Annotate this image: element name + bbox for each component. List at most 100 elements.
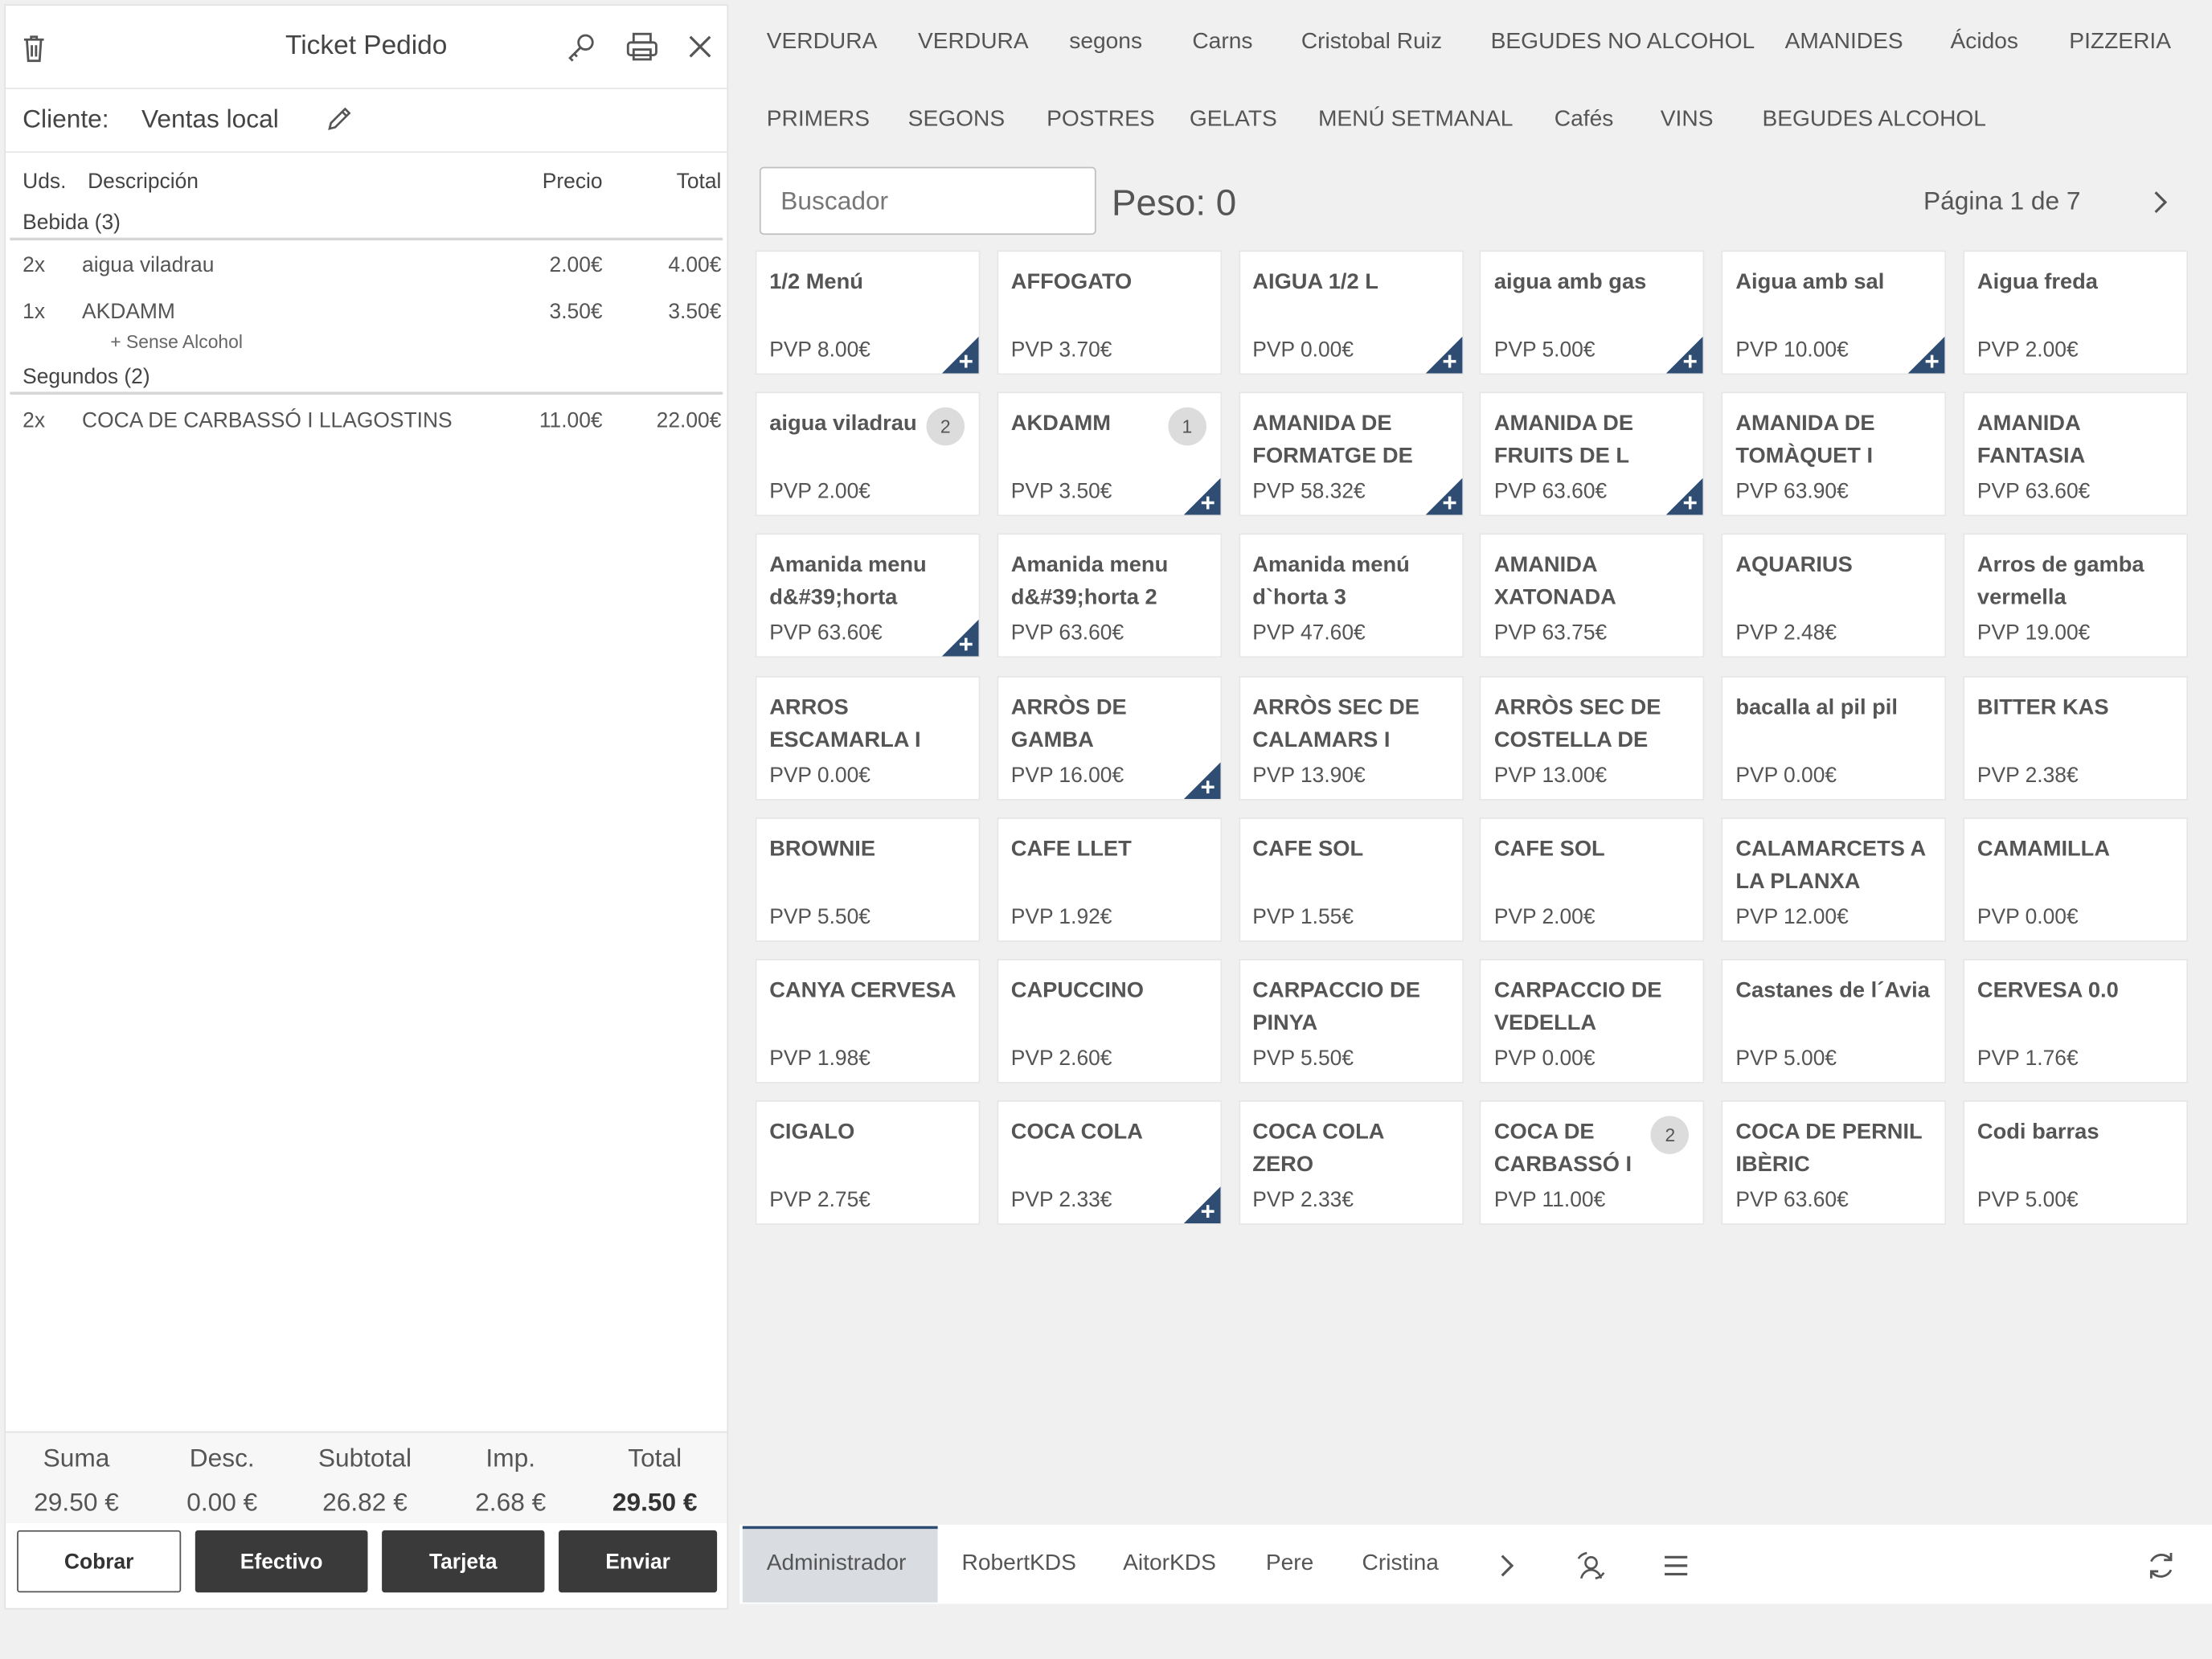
user-tab[interactable]: RobertKDS xyxy=(962,1551,1076,1577)
product-card[interactable]: Amanida menu d&#39;horta 2 PVP 63.60€ xyxy=(997,534,1222,658)
tarjeta-button[interactable]: Tarjeta xyxy=(382,1530,545,1593)
plus-corner-icon[interactable] xyxy=(1424,336,1462,374)
user-tab[interactable]: Pere xyxy=(1266,1551,1313,1577)
chevron-right-icon[interactable] xyxy=(2150,190,2170,215)
product-card[interactable]: ARRÒS DE GAMBA PVP 16.00€ xyxy=(997,675,1222,801)
client-value: Ventas local xyxy=(141,104,279,133)
product-card[interactable]: Amanida menú d`horta 3 PVP 47.60€ xyxy=(1238,534,1464,658)
product-card[interactable]: Aigua freda PVP 2.00€ xyxy=(1963,250,2189,375)
product-card[interactable]: CARPACCIO DE PINYA PVP 5.50€ xyxy=(1238,959,1464,1083)
product-card[interactable]: Codi barras PVP 5.00€ xyxy=(1963,1100,2189,1226)
product-card[interactable]: COCA DE CARBASSÓ I PVP 11.00€ 2 xyxy=(1480,1100,1706,1226)
product-card[interactable]: CARPACCIO DE VEDELLA PVP 0.00€ xyxy=(1480,959,1706,1083)
product-card[interactable]: AKDAMM PVP 3.50€ 1 xyxy=(997,391,1222,517)
category-tab[interactable]: VERDURA xyxy=(918,30,1029,55)
product-card[interactable]: AMANIDA XATONADA PVP 63.75€ xyxy=(1480,534,1706,658)
product-card[interactable]: CERVESA 0.0 PVP 1.76€ xyxy=(1963,959,2189,1083)
product-card[interactable]: AFFOGATO PVP 3.70€ xyxy=(997,250,1222,375)
printer-icon[interactable] xyxy=(625,30,659,63)
category-tab[interactable]: PIZZERIA xyxy=(2069,30,2171,55)
category-tab[interactable]: SEGONS xyxy=(908,108,1005,133)
totals-bar: Suma 29.50 € Desc. 0.00 € Subtotal 26.82… xyxy=(6,1431,727,1524)
product-card[interactable]: COCA DE PERNIL IBÈRIC PVP 63.60€ xyxy=(1721,1100,1947,1226)
product-card[interactable]: CALAMARCETS A LA PLANXA PVP 12.00€ xyxy=(1721,817,1947,942)
product-card[interactable]: Amanida menu d&#39;horta PVP 63.60€ xyxy=(755,534,981,658)
product-card[interactable]: ARRÒS SEC DE COSTELLA DE PVP 13.00€ xyxy=(1480,675,1706,801)
product-card[interactable]: Aigua amb sal PVP 10.00€ xyxy=(1721,250,1947,375)
product-card[interactable]: AMANIDA FANTASIA PVP 63.60€ xyxy=(1963,391,2189,517)
category-tab[interactable]: BEGUDES NO ALCOHOL xyxy=(1491,30,1755,55)
product-card[interactable]: BROWNIE PVP 5.50€ xyxy=(755,817,981,942)
product-name: aigua amb gas xyxy=(1493,270,1647,294)
product-card[interactable]: aigua amb gas PVP 5.00€ xyxy=(1480,250,1706,375)
product-card[interactable]: COCA COLA PVP 2.33€ xyxy=(997,1100,1222,1226)
plus-corner-icon[interactable] xyxy=(941,336,979,374)
user-switch-icon[interactable] xyxy=(1575,1550,1607,1582)
chevron-right-icon[interactable] xyxy=(1497,1553,1517,1579)
category-tab[interactable]: Cafés xyxy=(1555,108,1614,133)
category-tab[interactable]: Carns xyxy=(1192,30,1252,55)
product-card[interactable]: COCA COLA ZERO PVP 2.33€ xyxy=(1238,1100,1464,1226)
product-price: PVP 0.00€ xyxy=(1252,338,1354,363)
plus-corner-icon[interactable] xyxy=(1183,761,1221,799)
category-tab[interactable]: Ácidos xyxy=(1950,30,2018,55)
category-tab[interactable]: VERDURA xyxy=(767,30,878,55)
total-total: Total 29.50 € xyxy=(584,1444,726,1518)
plus-corner-icon[interactable] xyxy=(1666,478,1704,515)
close-icon[interactable] xyxy=(687,34,713,59)
product-card[interactable]: AIGUA 1/2 L PVP 0.00€ xyxy=(1238,250,1464,375)
product-card[interactable]: CAPUCCINO PVP 2.60€ xyxy=(997,959,1222,1083)
product-card[interactable]: CANYA CERVESA PVP 1.98€ xyxy=(755,959,981,1083)
product-card[interactable]: ARROS ESCAMARLA I PEU PVP 0.00€ xyxy=(755,675,981,801)
category-tab[interactable]: Cristobal Ruiz xyxy=(1301,30,1442,55)
key-icon[interactable] xyxy=(566,31,597,63)
category-tab[interactable]: MENÚ SETMANAL xyxy=(1318,108,1513,133)
pencil-icon[interactable] xyxy=(326,104,354,133)
product-card[interactable]: AMANIDA DE FORMATGE DE PVP 58.32€ xyxy=(1238,391,1464,517)
plus-corner-icon[interactable] xyxy=(941,620,979,657)
total-desc: Desc. 0.00 € xyxy=(151,1444,293,1518)
line-qty: 2x xyxy=(23,252,46,277)
search-input[interactable] xyxy=(759,166,1096,236)
plus-corner-icon[interactable] xyxy=(1666,336,1704,374)
user-tab[interactable]: AitorKDS xyxy=(1123,1551,1216,1577)
category-tab[interactable]: BEGUDES ALCOHOL xyxy=(1762,108,1986,133)
product-price: PVP 0.00€ xyxy=(1735,763,1837,788)
product-card[interactable]: 1/2 Menú PVP 8.00€ xyxy=(755,250,981,375)
product-price: PVP 13.90€ xyxy=(1252,763,1366,788)
user-tab-administrador[interactable]: Administrador xyxy=(767,1551,907,1577)
product-card[interactable]: CIGALO PVP 2.75€ xyxy=(755,1100,981,1226)
product-card[interactable]: AQUARIUS PVP 2.48€ xyxy=(1721,534,1947,658)
product-card[interactable]: Castanes de l´Avia PVP 5.00€ xyxy=(1721,959,1947,1083)
product-card[interactable]: AMANIDA DE TOMÀQUET I PVP 63.90€ xyxy=(1721,391,1947,517)
efectivo-button[interactable]: Efectivo xyxy=(195,1530,368,1593)
product-card[interactable]: CAFE SOL PVP 1.55€ xyxy=(1238,817,1464,942)
refresh-icon[interactable] xyxy=(2144,1549,2178,1583)
category-tab[interactable]: POSTRES xyxy=(1047,108,1155,133)
plus-corner-icon[interactable] xyxy=(1183,478,1221,515)
product-card[interactable]: CAFE LLET PVP 1.92€ xyxy=(997,817,1222,942)
plus-corner-icon[interactable] xyxy=(1424,478,1462,515)
line-qty: 2x xyxy=(23,408,46,433)
menu-icon[interactable] xyxy=(1662,1551,1690,1579)
product-card[interactable]: aigua viladrau PVP 2.00€ 2 xyxy=(755,391,981,517)
product-card[interactable]: BITTER KAS PVP 2.38€ xyxy=(1963,675,2189,801)
category-tab[interactable]: GELATS xyxy=(1190,108,1277,133)
plus-corner-icon[interactable] xyxy=(1908,336,1945,374)
enviar-button[interactable]: Enviar xyxy=(559,1530,718,1593)
plus-corner-icon[interactable] xyxy=(1183,1186,1221,1224)
product-name: AQUARIUS xyxy=(1735,553,1853,578)
category-tab[interactable]: PRIMERS xyxy=(767,108,870,133)
imp-value: 2.68 € xyxy=(475,1488,547,1517)
user-tab[interactable]: Cristina xyxy=(1362,1551,1438,1577)
product-card[interactable]: Arros de gamba vermella PVP 19.00€ xyxy=(1963,534,2189,658)
product-card[interactable]: CAMAMILLA PVP 0.00€ xyxy=(1963,817,2189,942)
product-card[interactable]: bacalla al pil pil PVP 0.00€ xyxy=(1721,675,1947,801)
category-tab[interactable]: AMANIDES xyxy=(1785,30,1903,55)
product-card[interactable]: ARRÒS SEC DE CALAMARS I PVP 13.90€ xyxy=(1238,675,1464,801)
product-card[interactable]: AMANIDA DE FRUITS DE L PVP 63.60€ xyxy=(1480,391,1706,517)
product-card[interactable]: CAFE SOL PVP 2.00€ xyxy=(1480,817,1706,942)
category-tab[interactable]: VINS xyxy=(1661,108,1714,133)
category-tab[interactable]: segons xyxy=(1069,30,1142,55)
cobrar-button[interactable]: Cobrar xyxy=(17,1530,182,1593)
